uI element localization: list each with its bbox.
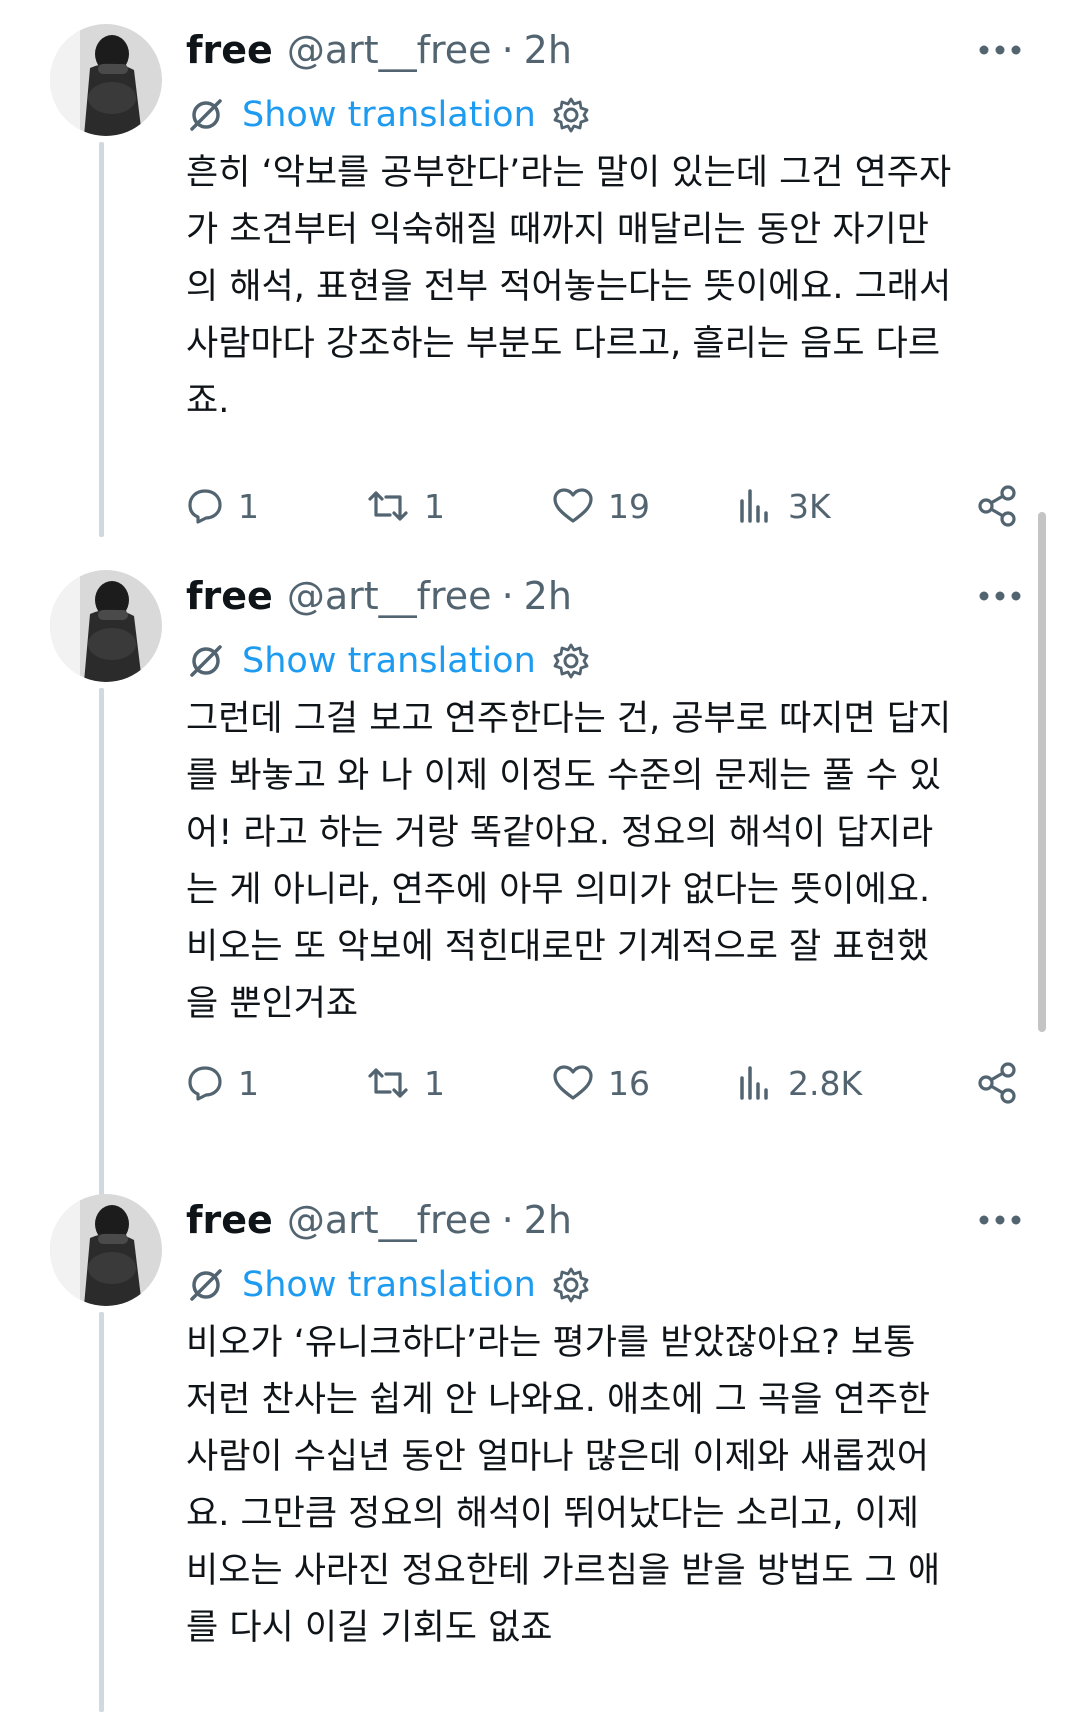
tweet-text-line: 를 봐놓고 와 나 이제 이정도 수준의 문제는 풀 수 있 (186, 756, 942, 796)
timestamp[interactable]: 2h (524, 574, 572, 618)
show-translation-link[interactable]: Show translation (186, 90, 590, 140)
tweet-text-line: 저런 찬사는 쉽게 안 나와요. 애초에 그 곡을 연주한 (186, 1380, 931, 1420)
retweet-count: 1 (424, 1063, 445, 1103)
tweet-text-line: 흔히 ‘악보를 공부한다’라는 말이 있는데 그건 연주자 (186, 153, 952, 193)
show-translation-link[interactable]: Show translation (186, 636, 590, 686)
more-icon (979, 591, 1021, 601)
tweet-text-line: 비오가 ‘유니크하다’라는 평가를 받았잖아요? 보통 (186, 1323, 916, 1363)
tweet-text-line: 가 초견부터 익숙해질 때까지 매달리는 동안 자기만 (186, 210, 929, 250)
views-button[interactable]: 2.8K (736, 1055, 862, 1111)
thread-connector-line (99, 142, 104, 537)
more-options-button[interactable] (970, 1200, 1030, 1240)
translate-icon (186, 95, 226, 135)
thread-connector-line (99, 688, 104, 1232)
show-translation-label: Show translation (242, 641, 536, 681)
tweet-text-line: 을 뿐인거죠 (186, 984, 359, 1024)
tweet-text-line: 사람마다 강조하는 부분도 다르고, 흘리는 음도 다르 (186, 324, 941, 364)
reply-icon (188, 489, 222, 524)
display-name[interactable]: free (186, 1198, 273, 1242)
more-options-button[interactable] (970, 576, 1030, 616)
more-options-button[interactable] (970, 30, 1030, 70)
timestamp[interactable]: 2h (524, 1198, 572, 1242)
separator-dot: · (501, 1198, 514, 1242)
avatar-image (50, 570, 162, 682)
like-button[interactable]: 16 (552, 1055, 650, 1111)
like-button[interactable]: 19 (552, 478, 650, 534)
share-icon (978, 485, 1016, 527)
scrollbar[interactable] (1038, 512, 1046, 1032)
retweet-icon (368, 1068, 408, 1098)
settings-gear-icon[interactable] (552, 642, 590, 680)
tweet-header: free @art__free · 2h (186, 1192, 572, 1248)
show-translation-link[interactable]: Show translation (186, 1260, 590, 1310)
user-handle[interactable]: @art__free (287, 574, 492, 618)
tweet-text-line: 사람이 수십년 동안 얼마나 많은데 이제와 새롭겠어 (186, 1437, 929, 1477)
tweet-text-line: 를 다시 이길 기회도 없죠 (186, 1608, 553, 1648)
retweet-button[interactable]: 1 (366, 478, 445, 534)
like-count: 19 (608, 486, 650, 526)
tweet-header: free @art__free · 2h (186, 22, 572, 78)
show-translation-label: Show translation (242, 1265, 536, 1305)
translate-icon (186, 641, 226, 681)
reply-count: 1 (238, 1063, 259, 1103)
view-count: 3K (788, 486, 831, 526)
retweet-icon (368, 491, 408, 521)
separator-dot: · (501, 574, 514, 618)
retweet-count: 1 (424, 486, 445, 526)
reply-icon (188, 1066, 222, 1101)
thread-timeline: free @art__free · 2h Show translation 흔히… (0, 0, 1080, 1712)
show-translation-label: Show translation (242, 95, 536, 135)
like-count: 16 (608, 1063, 650, 1103)
more-icon (979, 45, 1021, 55)
tweet-text-line: 요. 그만큼 정요의 해석이 뛰어났다는 소리고, 이제 (186, 1494, 920, 1534)
separator-dot: · (501, 28, 514, 72)
tweet-text: 그런데 그걸 보고 연주한다는 건, 공부로 따지면 답지 를 봐놓고 와 나 … (186, 691, 1036, 1033)
avatar[interactable] (50, 1194, 162, 1306)
tweet-text-line: 죠. (186, 381, 230, 421)
avatar[interactable] (50, 24, 162, 136)
avatar[interactable] (50, 570, 162, 682)
like-icon (553, 488, 593, 523)
reply-count: 1 (238, 486, 259, 526)
reply-button[interactable]: 1 (186, 1055, 259, 1111)
tweet-actions: 1 1 16 2.8K (186, 1055, 1036, 1111)
view-count: 2.8K (788, 1063, 863, 1103)
thread-connector-line (99, 1312, 104, 1712)
translate-icon (186, 1265, 226, 1305)
tweet-text-line: 어! 라고 하는 거랑 똑같아요. 정요의 해석이 답지라 (186, 813, 934, 853)
tweet-text-line: 비오는 사라진 정요한테 가르침을 받을 방법도 그 애 (186, 1551, 941, 1591)
views-icon (740, 1066, 768, 1100)
display-name[interactable]: free (186, 28, 273, 72)
user-handle[interactable]: @art__free (287, 28, 492, 72)
tweet-text: 비오가 ‘유니크하다’라는 평가를 받았잖아요? 보통 저런 찬사는 쉽게 안 … (186, 1315, 1036, 1657)
reply-button[interactable]: 1 (186, 478, 259, 534)
timestamp[interactable]: 2h (524, 28, 572, 72)
settings-gear-icon[interactable] (552, 96, 590, 134)
more-icon (979, 1215, 1021, 1225)
tweet-text-line: 는 게 아니라, 연주에 아무 의미가 없다는 뜻이에요. (186, 870, 931, 910)
tweet-text-line: 의 해석, 표현을 전부 적어놓는다는 뜻이에요. 그래서 (186, 267, 952, 307)
share-button[interactable] (976, 1055, 1034, 1111)
user-handle[interactable]: @art__free (287, 1198, 492, 1242)
share-icon (978, 1062, 1016, 1104)
avatar-image (50, 1194, 162, 1306)
tweet-header: free @art__free · 2h (186, 568, 572, 624)
settings-gear-icon[interactable] (552, 1266, 590, 1304)
tweet-actions: 1 1 19 3K (186, 478, 1036, 534)
display-name[interactable]: free (186, 574, 273, 618)
avatar-image (50, 24, 162, 136)
retweet-button[interactable]: 1 (366, 1055, 445, 1111)
tweet-text: 흔히 ‘악보를 공부한다’라는 말이 있는데 그건 연주자 가 초견부터 익숙해… (186, 145, 1036, 430)
tweet-text-line: 그런데 그걸 보고 연주한다는 건, 공부로 따지면 답지 (186, 699, 952, 739)
views-button[interactable]: 3K (736, 478, 831, 534)
views-icon (740, 489, 768, 523)
tweet-text-line: 비오는 또 악보에 적힌대로만 기계적으로 잘 표현했 (186, 927, 929, 967)
like-icon (553, 1065, 593, 1100)
share-button[interactable] (976, 478, 1034, 534)
